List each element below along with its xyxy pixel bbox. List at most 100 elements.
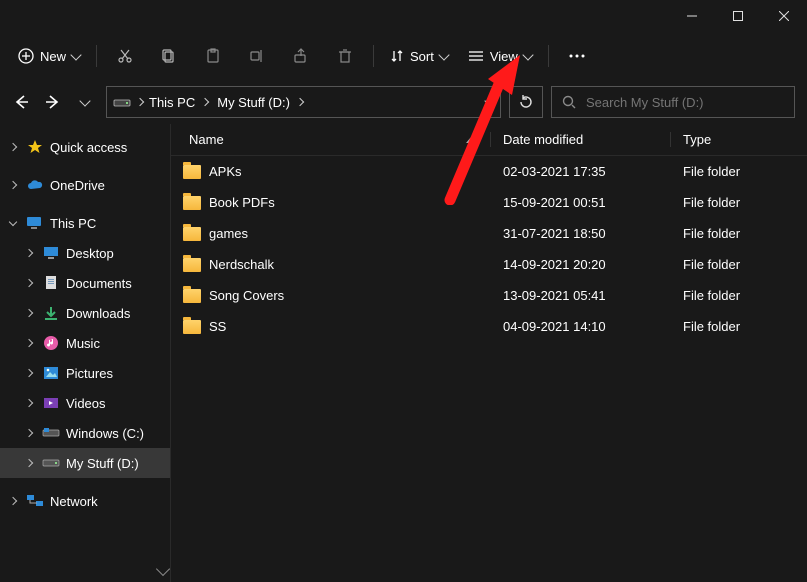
drive-icon	[42, 454, 60, 472]
file-date: 31-07-2021 18:50	[491, 226, 671, 241]
breadcrumb-this-pc[interactable]: This PC	[149, 95, 211, 110]
maximize-button[interactable]	[715, 0, 761, 32]
sidebar-item-pictures[interactable]: Pictures	[0, 358, 170, 388]
file-date: 02-03-2021 17:35	[491, 164, 671, 179]
search-icon	[562, 95, 576, 109]
expand-toggle[interactable]	[6, 222, 20, 225]
folder-icon	[183, 165, 201, 179]
view-icon	[468, 49, 484, 63]
copy-icon	[161, 48, 177, 64]
new-button[interactable]: New	[10, 38, 88, 74]
file-date: 04-09-2021 14:10	[491, 319, 671, 334]
network-icon	[26, 492, 44, 510]
sort-ascending-icon	[466, 137, 476, 143]
expand-toggle[interactable]	[22, 310, 36, 316]
file-name: Book PDFs	[209, 195, 275, 210]
sidebar-item-label: Downloads	[66, 306, 130, 321]
chevron-down-icon[interactable]	[484, 95, 495, 106]
table-row[interactable]: Book PDFs15-09-2021 00:51File folder	[171, 187, 807, 218]
sidebar-item-network[interactable]: Network	[0, 486, 170, 516]
chevron-right-icon	[201, 98, 209, 106]
sidebar-item-videos[interactable]: Videos	[0, 388, 170, 418]
file-date: 15-09-2021 00:51	[491, 195, 671, 210]
rename-icon	[249, 48, 265, 64]
table-row[interactable]: APKs02-03-2021 17:35File folder	[171, 156, 807, 187]
copy-button[interactable]	[149, 38, 189, 74]
chevron-right-icon	[25, 369, 33, 377]
search-input[interactable]	[586, 95, 784, 110]
chevron-down-icon	[522, 49, 533, 60]
pictures-icon	[42, 364, 60, 382]
breadcrumb-my-stuff[interactable]: My Stuff (D:)	[217, 95, 306, 110]
videos-icon	[42, 394, 60, 412]
sidebar-item-label: My Stuff (D:)	[66, 456, 139, 471]
sidebar-item-music[interactable]: Music	[0, 328, 170, 358]
sidebar-item-onedrive[interactable]: OneDrive	[0, 170, 170, 200]
file-pane: Name Date modified Type APKs 02-03-2021 1…	[170, 124, 807, 582]
close-icon	[779, 11, 789, 21]
folder-icon	[183, 320, 201, 334]
sidebar-item-quick-access[interactable]: Quick access	[0, 132, 170, 162]
sidebar-scrollbar[interactable]	[156, 124, 170, 582]
expand-toggle[interactable]	[22, 250, 36, 256]
refresh-button[interactable]	[509, 86, 543, 118]
forward-button[interactable]	[44, 93, 62, 111]
paste-button[interactable]	[193, 38, 233, 74]
expand-toggle[interactable]	[6, 182, 20, 188]
table-row[interactable]: Song Covers13-09-2021 05:41File folder	[171, 280, 807, 311]
table-row[interactable]: games31-07-2021 18:50File folder	[171, 218, 807, 249]
expand-toggle[interactable]	[22, 430, 36, 436]
sidebar: Quick access OneDrive This PC Desktop	[0, 124, 170, 582]
expand-toggle[interactable]	[22, 370, 36, 376]
column-date[interactable]: Date modified	[491, 132, 671, 147]
titlebar	[0, 0, 807, 32]
minimize-button[interactable]	[669, 0, 715, 32]
chevron-down-icon	[9, 217, 17, 225]
share-icon	[293, 48, 309, 64]
chevron-down-icon	[70, 49, 81, 60]
expand-toggle[interactable]	[22, 460, 36, 466]
search-box[interactable]	[551, 86, 795, 118]
delete-button[interactable]	[325, 38, 365, 74]
rename-button[interactable]	[237, 38, 277, 74]
sidebar-item-documents[interactable]: Documents	[0, 268, 170, 298]
table-row[interactable]: SS04-09-2021 14:10File folder	[171, 311, 807, 342]
cut-button[interactable]	[105, 38, 145, 74]
divider	[548, 45, 549, 67]
sidebar-item-desktop[interactable]: Desktop	[0, 238, 170, 268]
breadcrumb-label: My Stuff (D:)	[217, 95, 290, 110]
sidebar-item-label: Videos	[66, 396, 106, 411]
maximize-icon	[733, 11, 743, 21]
column-type[interactable]: Type	[671, 132, 807, 147]
sidebar-item-my-stuff-d[interactable]: My Stuff (D:)	[0, 448, 170, 478]
expand-toggle[interactable]	[22, 340, 36, 346]
expand-toggle[interactable]	[6, 498, 20, 504]
column-headers: Name Date modified Type	[171, 124, 807, 156]
file-name: games	[209, 226, 248, 241]
table-row[interactable]: Nerdschalk14-09-2021 20:20File folder	[171, 249, 807, 280]
back-button[interactable]	[12, 93, 30, 111]
address-bar[interactable]: This PC My Stuff (D:)	[106, 86, 501, 118]
recent-button[interactable]	[76, 93, 94, 111]
column-name[interactable]: Name	[171, 132, 491, 147]
expand-toggle[interactable]	[22, 280, 36, 286]
view-button[interactable]: View	[460, 38, 540, 74]
chevron-right-icon	[25, 309, 33, 317]
sidebar-item-downloads[interactable]: Downloads	[0, 298, 170, 328]
sidebar-item-this-pc[interactable]: This PC	[0, 208, 170, 238]
address-tail	[486, 100, 494, 105]
sort-button[interactable]: Sort	[382, 38, 456, 74]
paste-icon	[205, 48, 221, 64]
file-name: APKs	[209, 164, 242, 179]
more-button[interactable]	[557, 38, 597, 74]
scroll-down-icon	[156, 562, 170, 576]
drive-icon	[113, 95, 131, 109]
sidebar-item-windows-c[interactable]: Windows (C:)	[0, 418, 170, 448]
close-button[interactable]	[761, 0, 807, 32]
column-label: Type	[683, 132, 711, 147]
expand-toggle[interactable]	[22, 400, 36, 406]
share-button[interactable]	[281, 38, 321, 74]
file-date: 13-09-2021 05:41	[491, 288, 671, 303]
expand-toggle[interactable]	[6, 144, 20, 150]
file-name: Song Covers	[209, 288, 284, 303]
